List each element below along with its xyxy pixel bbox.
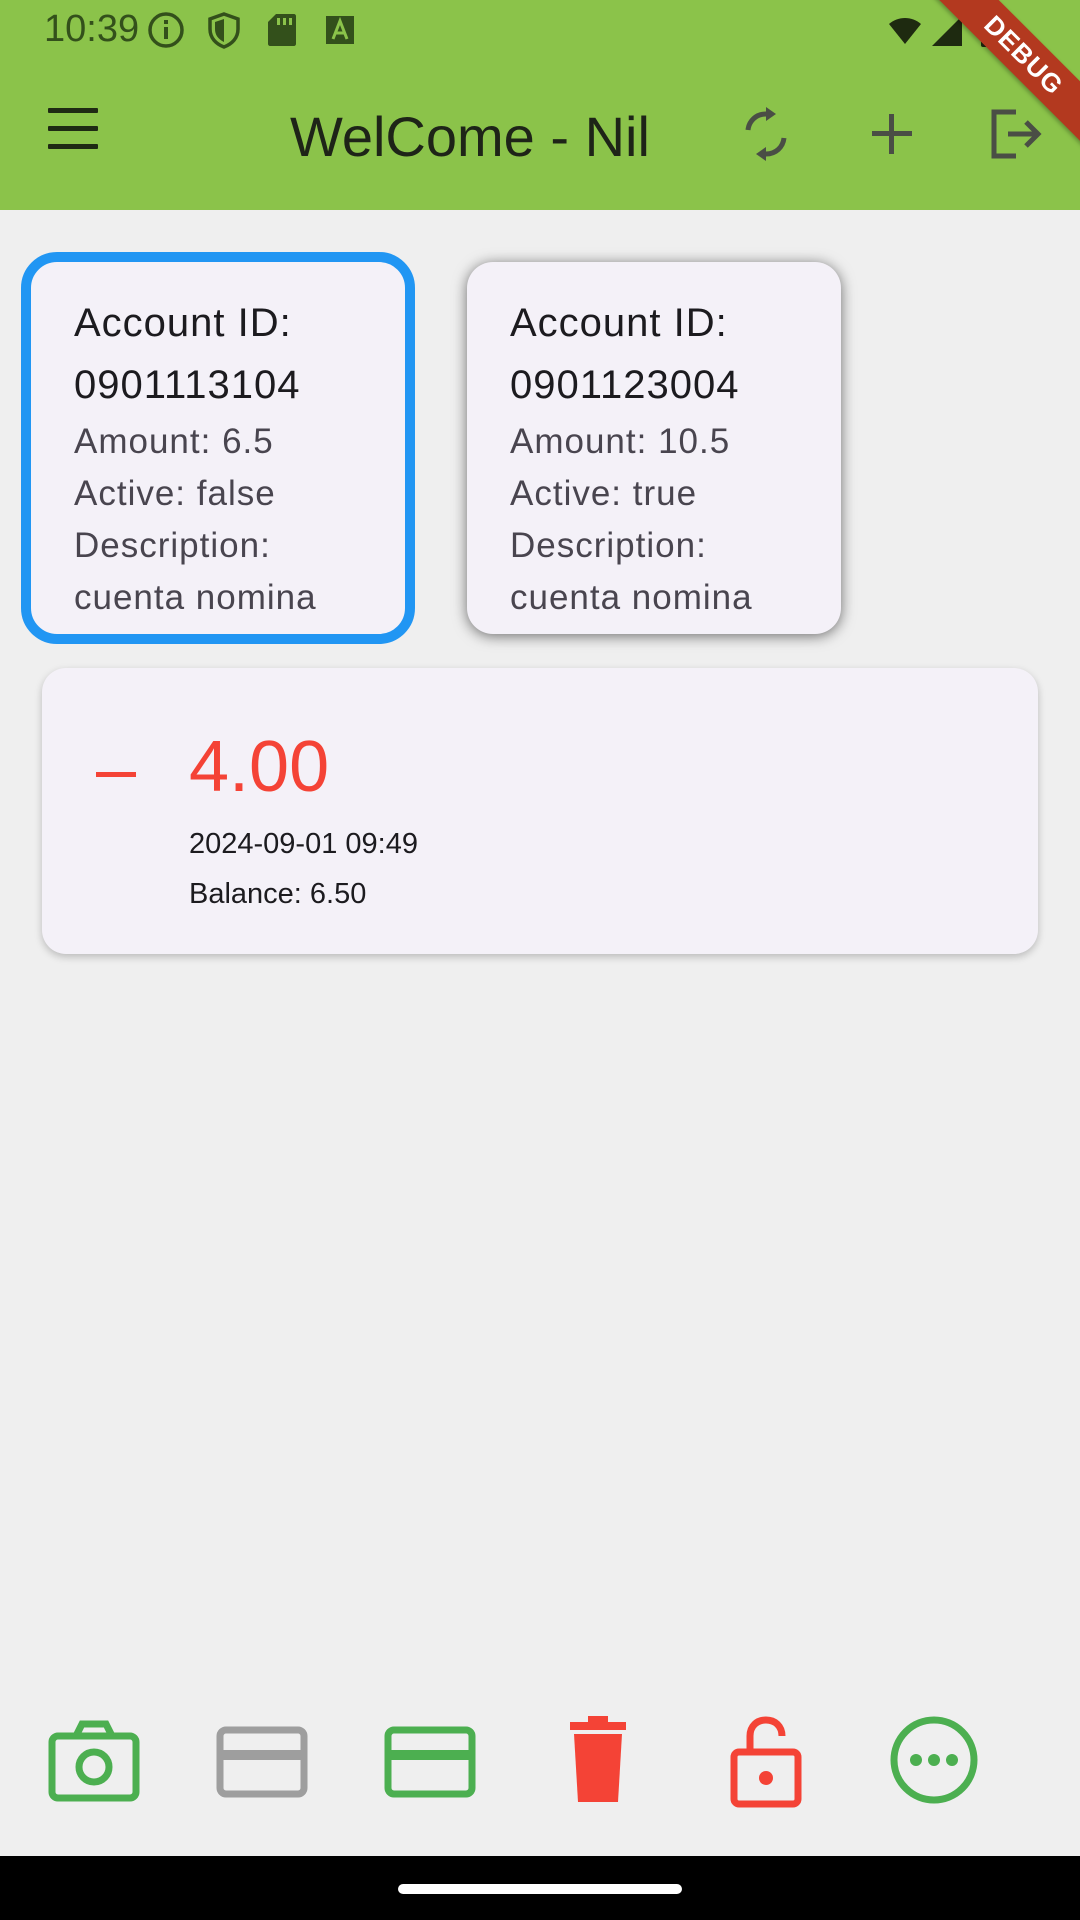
info-icon — [146, 10, 186, 50]
trash-icon — [570, 1716, 626, 1802]
minus-icon — [96, 772, 136, 777]
transaction-amount: 4.00 — [189, 727, 330, 807]
unlock-button[interactable] — [716, 1710, 816, 1810]
card-button[interactable] — [380, 1710, 480, 1810]
transaction-balance: Balance: 6.50 — [189, 878, 367, 910]
account-id-value: 0901113104 — [74, 363, 301, 407]
delete-button[interactable] — [548, 1710, 648, 1810]
home-handle[interactable] — [398, 1884, 682, 1894]
account-card[interactable]: Account ID: 0901123004 Amount: 10.5 Acti… — [467, 262, 841, 634]
transaction-datetime: 2024-09-01 09:49 — [189, 828, 418, 860]
credit-card-icon — [216, 1726, 308, 1798]
logout-button[interactable] — [986, 104, 1046, 164]
account-description-label: Description: — [74, 526, 271, 565]
account-description-label: Description: — [510, 526, 707, 565]
menu-button[interactable] — [44, 108, 102, 158]
more-button[interactable] — [884, 1710, 984, 1810]
card-button-disabled[interactable] — [212, 1710, 312, 1810]
status-left-icons — [146, 10, 360, 50]
account-id-label: Account ID: — [510, 301, 728, 345]
account-active: Active: true — [510, 474, 698, 513]
bottom-action-bar — [0, 1710, 1080, 1820]
more-horizontal-icon — [890, 1716, 978, 1804]
hamburger-line — [48, 108, 98, 113]
account-amount: Amount: 6.5 — [74, 422, 274, 461]
refresh-icon — [745, 107, 787, 161]
hamburger-line — [48, 126, 98, 131]
wifi-icon — [888, 14, 922, 48]
account-id-value: 0901123004 — [510, 363, 740, 407]
status-time: 10:39 — [44, 8, 140, 50]
hamburger-line — [48, 144, 98, 149]
add-icon — [872, 114, 912, 154]
app-bar: 10:39 DEBUG WelCome - Nil — [0, 0, 1080, 210]
add-button[interactable] — [862, 104, 922, 164]
credit-card-icon — [384, 1726, 476, 1798]
sd-card-icon — [262, 10, 302, 50]
camera-button[interactable] — [44, 1710, 144, 1810]
logout-icon — [991, 109, 1042, 159]
camera-icon — [48, 1720, 140, 1802]
system-nav-bar — [0, 1856, 1080, 1920]
account-card[interactable]: Account ID: 0901113104 Amount: 6.5 Activ… — [21, 252, 415, 644]
text-a-icon — [320, 10, 360, 50]
account-active: Active: false — [74, 474, 276, 513]
account-id-label: Account ID: — [74, 301, 292, 345]
shield-icon — [204, 10, 244, 50]
refresh-button[interactable] — [736, 104, 796, 164]
account-description: cuenta nomina — [510, 578, 753, 617]
page-title: WelCome - Nil — [290, 105, 650, 168]
transaction-card[interactable]: 4.00 2024-09-01 09:49 Balance: 6.50 — [42, 668, 1038, 954]
account-amount: Amount: 10.5 — [510, 422, 731, 461]
unlock-icon — [730, 1716, 802, 1808]
account-description: cuenta nomina — [74, 578, 317, 617]
